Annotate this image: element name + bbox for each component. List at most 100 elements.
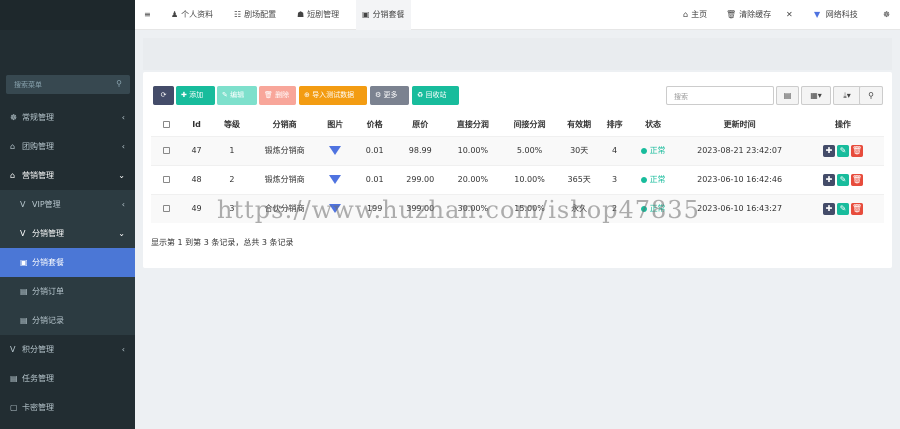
column-header[interactable]: Id [181, 114, 211, 136]
sidebar-item-card-keys[interactable]: ▢ 卡密管理 [0, 393, 135, 422]
more-button[interactable]: ⚙ 更多 [370, 86, 409, 105]
column-header[interactable]: 分销商 [252, 114, 317, 136]
table-row[interactable]: 47 1 锻炼分销商 0.01 98.99 10.00% 5.00% 30天 4… [151, 135, 884, 165]
cell-actions: ✚ ✎ 🗑 [801, 193, 884, 223]
cell-price: 0.01 [353, 135, 396, 165]
column-header[interactable]: 更新时间 [677, 114, 802, 136]
sidebar-item-label: 分销记录 [32, 316, 64, 325]
table-row[interactable]: 49 3 合伙分销商 199 399.00 30.00% 15.00% 永久 2… [151, 193, 884, 223]
user-menu[interactable]: ▼ 网络科技 [814, 0, 858, 30]
status-badge[interactable]: 正常 [628, 135, 678, 165]
column-header[interactable]: 间接分润 [501, 114, 558, 136]
sidebar-search-input[interactable]: 搜索菜单 ⚲ [6, 75, 130, 94]
column-header[interactable]: 等级 [212, 114, 252, 136]
row-checkbox[interactable] [162, 147, 170, 154]
cell-updated-time: 2023-08-21 23:42:07 [677, 135, 802, 165]
thumbnail-icon[interactable] [329, 146, 342, 155]
sidebar-item-group-buy[interactable]: ⌂ 团购管理 ‹ [0, 132, 135, 161]
sidebar-item-label: 分销套餐 [32, 258, 64, 267]
home-icon: ⌂ [10, 171, 16, 180]
delete-button[interactable]: 🗑 删除 [259, 86, 296, 105]
user-name: 网络科技 [825, 10, 858, 19]
header-checkbox-cell[interactable] [151, 114, 181, 136]
chevron-down-icon: ⌄ [118, 229, 125, 238]
status-dot-icon [640, 205, 647, 212]
data-table: Id 等级 分销商 图片 价格 原价 直接分润 间接分润 有效期 排序 状态 更… [151, 114, 884, 223]
square-check-icon: ▣ [362, 10, 370, 19]
cell-validity: 30天 [557, 135, 601, 165]
sidebar-item-marketing[interactable]: ⌂ 营销管理 ⌄ [0, 161, 135, 190]
cell-price: 199 [353, 193, 396, 223]
status-label: 正常 [649, 175, 666, 184]
recycle-bin-button[interactable]: ♻ 回收站 [412, 86, 459, 105]
select-all-checkbox[interactable] [162, 121, 170, 129]
clear-cache-button[interactable]: 🗑 清除缓存 [726, 0, 771, 30]
home-link[interactable]: ⌂ 主页 [683, 0, 707, 30]
status-badge[interactable]: 正常 [628, 164, 678, 194]
row-edit-button[interactable]: ✎ [836, 202, 849, 215]
columns-button[interactable]: ▦▾ [801, 86, 831, 105]
row-checkbox-cell[interactable] [151, 164, 182, 194]
row-edit-button[interactable]: ✎ [836, 173, 849, 186]
sidebar-item-label: 团购管理 [22, 142, 54, 151]
sidebar-item-distribution[interactable]: V 分销管理 ⌄ [0, 219, 135, 248]
row-checkbox[interactable] [162, 176, 170, 183]
table-row[interactable]: 48 2 锻炼分销商 0.01 299.00 20.00% 10.00% 365… [151, 164, 884, 194]
sidebar-item-points[interactable]: V 积分管理 ‹ [0, 335, 135, 364]
cell-level: 2 [211, 164, 253, 194]
row-checkbox[interactable] [162, 205, 170, 213]
gears-icon: ☸ [10, 113, 18, 122]
refresh-button[interactable]: ⟳ [153, 86, 174, 105]
column-header[interactable]: 状态 [629, 114, 678, 136]
column-header[interactable]: 有效期 [558, 114, 601, 136]
cell-id: 48 [181, 164, 212, 194]
column-header[interactable]: 排序 [600, 114, 628, 136]
thumbnail-icon[interactable] [329, 204, 342, 214]
status-badge[interactable]: 正常 [628, 193, 678, 223]
settings-icon[interactable]: ☸ [883, 0, 890, 30]
menu-toggle-icon[interactable]: ≡ [144, 0, 151, 30]
sidebar-item-distribution-package[interactable]: ▣ 分销套餐 [0, 248, 135, 277]
status-dot-icon [640, 176, 647, 183]
sidebar-item-vip[interactable]: V VIP管理 ‹ [0, 190, 135, 219]
thumbnail-icon[interactable] [329, 175, 342, 184]
import-test-data-button[interactable]: ⊕ 导入测试数据 [299, 86, 367, 105]
cell-image[interactable] [316, 135, 354, 165]
column-header[interactable]: 原价 [396, 114, 445, 136]
advanced-search-button[interactable]: ⚲ [859, 86, 883, 105]
row-checkbox-cell[interactable] [151, 193, 182, 223]
row-delete-button[interactable]: 🗑 [850, 202, 863, 215]
sidebar-item-distribution-records[interactable]: ▤ 分销记录 [0, 306, 135, 335]
sidebar-logo-area [0, 0, 135, 30]
tab-drama-management[interactable]: ☗ 短剧管理 [297, 0, 339, 30]
table-search-input[interactable]: 搜索 [666, 86, 774, 105]
export-button[interactable]: ⤓▾ [833, 86, 861, 105]
detail-button[interactable]: ✚ [822, 173, 835, 186]
cell-image[interactable] [316, 193, 354, 223]
detail-button[interactable]: ✚ [822, 202, 835, 215]
add-button[interactable]: ✚ 添加 [176, 86, 215, 105]
tab-label: 剧场配置 [244, 10, 277, 19]
tab-distribution-package[interactable]: ▣ 分销套餐 [356, 0, 411, 30]
cell-actions: ✚ ✎ 🗑 [801, 164, 884, 194]
column-header[interactable]: 直接分润 [445, 114, 502, 136]
row-edit-button[interactable]: ✎ [836, 144, 849, 157]
cell-image[interactable] [316, 164, 354, 194]
chevron-left-icon: ‹ [121, 200, 125, 209]
home-label: 主页 [691, 10, 708, 19]
row-delete-button[interactable]: 🗑 [850, 173, 863, 186]
row-delete-button[interactable]: 🗑 [850, 144, 863, 157]
cell-indirect-share: 15.00% [501, 193, 558, 223]
sidebar-item-label: 卡密管理 [22, 403, 54, 412]
tab-theater-config[interactable]: ☷ 剧场配置 [234, 0, 276, 30]
sidebar-item-tasks[interactable]: ▤ 任务管理 [0, 364, 135, 393]
detail-button[interactable]: ✚ [822, 144, 835, 157]
column-header[interactable]: 价格 [353, 114, 396, 136]
fullscreen-icon[interactable]: ✕ [786, 0, 793, 30]
row-checkbox-cell[interactable] [151, 135, 182, 165]
sidebar-item-general[interactable]: ☸ 常规管理 ‹ [0, 103, 135, 132]
toggle-view-button[interactable]: ▤ [776, 86, 799, 105]
sidebar-item-distribution-orders[interactable]: ▤ 分销订单 [0, 277, 135, 306]
tab-profile[interactable]: ♟ 个人资料 [171, 0, 213, 30]
edit-button[interactable]: ✎ 编辑 [217, 86, 257, 105]
